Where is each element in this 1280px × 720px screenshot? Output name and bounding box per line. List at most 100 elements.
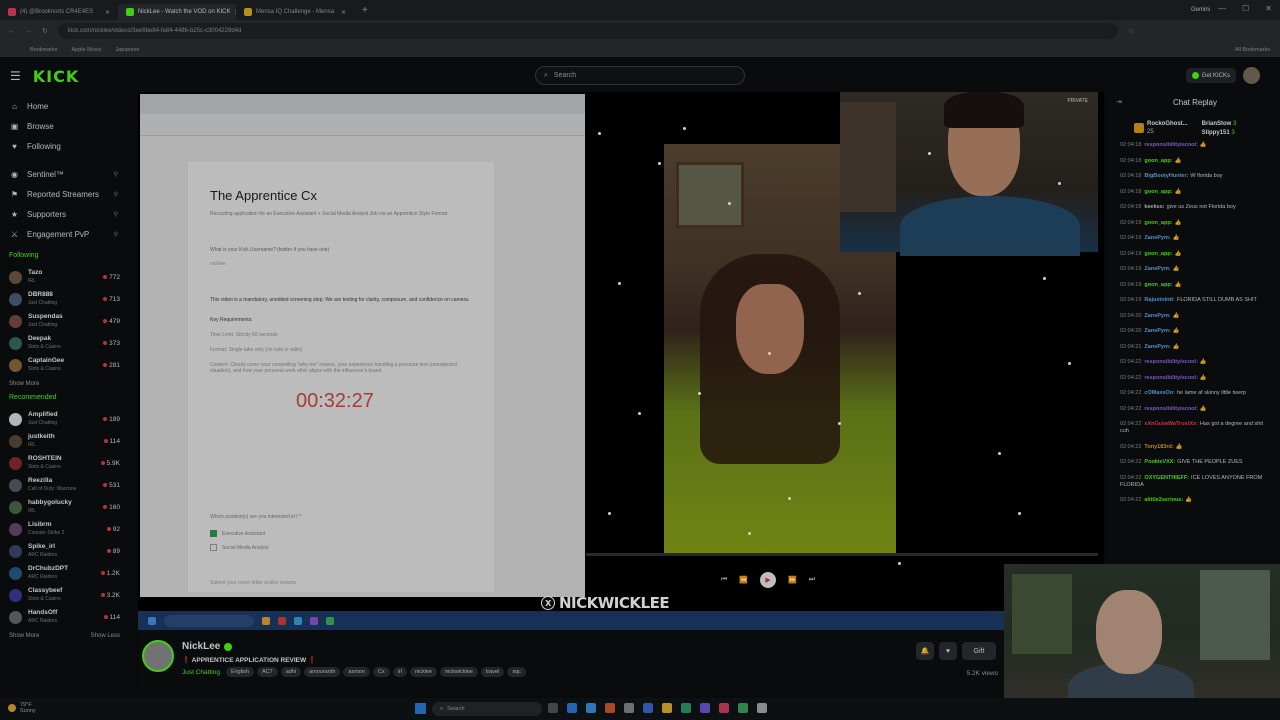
message-user[interactable]: goon_app:: [1144, 158, 1172, 164]
user-avatar[interactable]: [1243, 67, 1260, 84]
stream-tag[interactable]: nickwicklee: [440, 667, 478, 677]
back-icon[interactable]: ←: [8, 28, 15, 35]
gifter-name[interactable]: BrianStow: [1202, 121, 1232, 127]
app-icon[interactable]: [757, 703, 767, 713]
kick-logo[interactable]: KICK: [33, 67, 80, 86]
new-tab-button[interactable]: +: [354, 5, 376, 16]
stream-tag[interactable]: xqc: [507, 667, 526, 677]
sidebar-item-sentinel-[interactable]: ◉ Sentinel™ ⚲: [0, 164, 132, 184]
channel-item[interactable]: Amplified Just Chatting 189: [0, 408, 132, 430]
bookmark-item[interactable]: Japanese: [115, 47, 139, 53]
stream-tag[interactable]: asmon: [343, 667, 370, 677]
message-user[interactable]: goon_app:: [1144, 282, 1172, 288]
get-kicks-button[interactable]: Get KICKs: [1185, 68, 1236, 83]
channel-item[interactable]: Deepak Slots & Casino 373: [0, 332, 132, 354]
channel-item[interactable]: Suspendas Just Chatting 479: [0, 310, 132, 332]
message-user[interactable]: cOMaxeOo:: [1144, 390, 1175, 396]
gifter-name[interactable]: RockoGhost...: [1147, 120, 1188, 128]
chrome-icon[interactable]: [605, 703, 615, 713]
weather-widget[interactable]: 79°F Sunny: [8, 702, 36, 714]
notification-bell-icon[interactable]: 🔔: [916, 642, 934, 660]
follow-heart-icon[interactable]: ♥: [939, 642, 957, 660]
stream-tag[interactable]: English: [225, 667, 254, 677]
message-user[interactable]: alittle2serious:: [1144, 497, 1183, 503]
bookmark-item[interactable]: Apple Music: [72, 47, 102, 53]
edge-icon[interactable]: [567, 703, 577, 713]
channel-item[interactable]: DBR888 Just Chatting 713: [0, 288, 132, 310]
app-icon[interactable]: [719, 703, 729, 713]
channel-item[interactable]: HandsOff ARC Raiders 114: [0, 606, 132, 628]
tab-close-icon[interactable]: ✕: [341, 9, 346, 16]
sidebar-item-reported-streamers[interactable]: ⚑ Reported Streamers ⚲: [0, 184, 132, 204]
browser-tab[interactable]: NickLee - Watch the VOD on KICK✕: [118, 4, 236, 20]
skip-end-icon[interactable]: ⏭: [809, 576, 815, 584]
gemini-button[interactable]: Gemini: [1191, 7, 1210, 13]
pin-icon[interactable]: ⚲: [114, 171, 118, 178]
pin-icon[interactable]: ⚲: [114, 231, 118, 238]
message-user[interactable]: goon_app:: [1144, 220, 1172, 226]
message-user[interactable]: ZanePym:: [1144, 328, 1170, 334]
message-user[interactable]: xXnGuiwWaTrustXx:: [1144, 421, 1198, 427]
message-user[interactable]: responsibilityiscool:: [1144, 359, 1197, 365]
message-user[interactable]: BigBootyHunter:: [1144, 173, 1188, 179]
video-player[interactable]: The Apprentice Cx Recruiting application…: [138, 92, 1104, 630]
app-icon[interactable]: [643, 703, 653, 713]
message-user[interactable]: goon_app:: [1144, 189, 1172, 195]
app-icon[interactable]: [700, 703, 710, 713]
message-user[interactable]: goon_app:: [1144, 251, 1172, 257]
file-explorer-icon[interactable]: [662, 703, 672, 713]
stream-tag[interactable]: amouranth: [304, 667, 341, 677]
sidebar-item-home[interactable]: ⌂ Home: [0, 96, 132, 116]
channel-item[interactable]: habbygolucky IRL 160: [0, 496, 132, 518]
fast-forward-icon[interactable]: ⏩: [788, 576, 797, 584]
gifter-name[interactable]: Slippy151: [1202, 130, 1230, 136]
message-user[interactable]: responsibilityiscool:: [1144, 375, 1197, 381]
pin-icon[interactable]: ⚲: [114, 191, 118, 198]
show-more-button[interactable]: Show More: [9, 633, 39, 639]
channel-item[interactable]: Reezilla Call of Duty: Warzone 531: [0, 474, 132, 496]
stream-tag[interactable]: travel: [480, 667, 505, 677]
bookmark-item[interactable]: Bookmarks: [30, 47, 58, 53]
message-user[interactable]: ZanePym:: [1144, 266, 1170, 272]
all-bookmarks-button[interactable]: All Bookmarks: [1235, 47, 1270, 53]
app-icon[interactable]: [624, 703, 634, 713]
channel-item[interactable]: CaptainGee Slots & Casino 281: [0, 354, 132, 376]
stream-category[interactable]: Just Chatting: [182, 669, 220, 676]
app-icon[interactable]: [738, 703, 748, 713]
message-user[interactable]: Rajustnintt:: [1144, 297, 1175, 303]
search-input[interactable]: ⌕ Search: [535, 66, 745, 85]
channel-item[interactable]: Tazo IRL 772: [0, 266, 132, 288]
message-user[interactable]: ZanePym:: [1144, 344, 1170, 350]
play-button[interactable]: ▶: [760, 572, 777, 588]
channel-item[interactable]: ROSHTEIN Slots & Casino 5.9K: [0, 452, 132, 474]
message-user[interactable]: PookieVXX:: [1144, 459, 1175, 465]
tab-close-icon[interactable]: ✕: [105, 9, 110, 16]
skip-start-icon[interactable]: ⏮: [721, 576, 727, 584]
streamer-name[interactable]: NickLee: [182, 641, 220, 652]
browser-tab[interactable]: Mensa IQ Challenge - Mensa ✕: [236, 4, 354, 20]
channel-item[interactable]: Spike_irl ARC Raiders 89: [0, 540, 132, 562]
sidebar-item-following[interactable]: ♥ Following: [0, 136, 132, 156]
message-user[interactable]: responsibilityiscool:: [1144, 406, 1197, 412]
show-more-button[interactable]: Show More: [0, 376, 132, 392]
stream-tag[interactable]: Cx: [372, 667, 390, 677]
rewind-icon[interactable]: ⏪: [739, 576, 748, 584]
stream-tag[interactable]: AC7: [256, 667, 278, 677]
maximize-icon[interactable]: ☐: [1242, 4, 1249, 13]
message-user[interactable]: Tony183rd:: [1144, 444, 1173, 450]
browser-tab[interactable]: (4) @Brooknorts CR4E4ES ✕: [0, 4, 118, 20]
forward-icon[interactable]: →: [25, 28, 32, 35]
task-view-icon[interactable]: [548, 703, 558, 713]
close-icon[interactable]: ✕: [1265, 4, 1272, 13]
seek-bar[interactable]: [586, 553, 1098, 556]
sidebar-item-engagement-pvp[interactable]: ⚔ Engagement PvP ⚲: [0, 224, 132, 244]
reload-icon[interactable]: ↻: [42, 27, 48, 35]
channel-item[interactable]: DrChubzDPT ARC Raiders 1.2K: [0, 562, 132, 584]
app-icon[interactable]: [586, 703, 596, 713]
message-user[interactable]: ZanePym:: [1144, 313, 1170, 319]
channel-item[interactable]: Lisibrm Counter-Strike 2 92: [0, 518, 132, 540]
url-field[interactable]: kick.com/nicklee/videos/3ee9be84-fe84-44…: [57, 23, 1118, 39]
channel-item[interactable]: Classybeef Slots & Casino 3.2K: [0, 584, 132, 606]
stream-tag[interactable]: nicklee: [409, 667, 438, 677]
gift-button[interactable]: Gift: [962, 642, 996, 660]
